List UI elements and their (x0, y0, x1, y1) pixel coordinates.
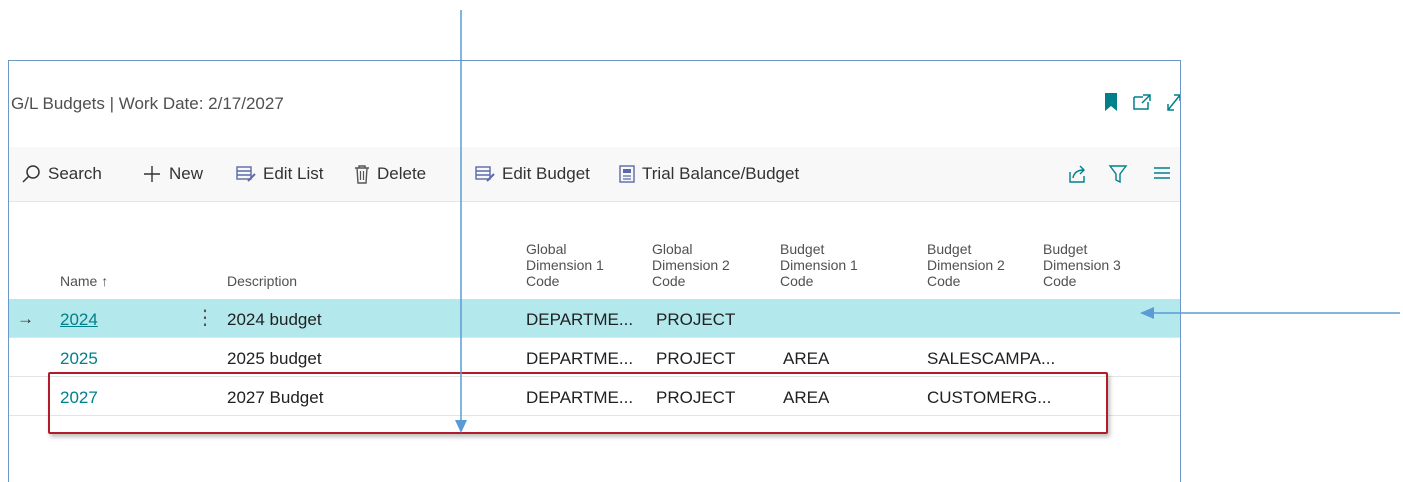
horizontal-arrowhead (1140, 307, 1154, 319)
annotation-overlay (455, 10, 1400, 433)
vertical-arrowhead (455, 420, 467, 433)
